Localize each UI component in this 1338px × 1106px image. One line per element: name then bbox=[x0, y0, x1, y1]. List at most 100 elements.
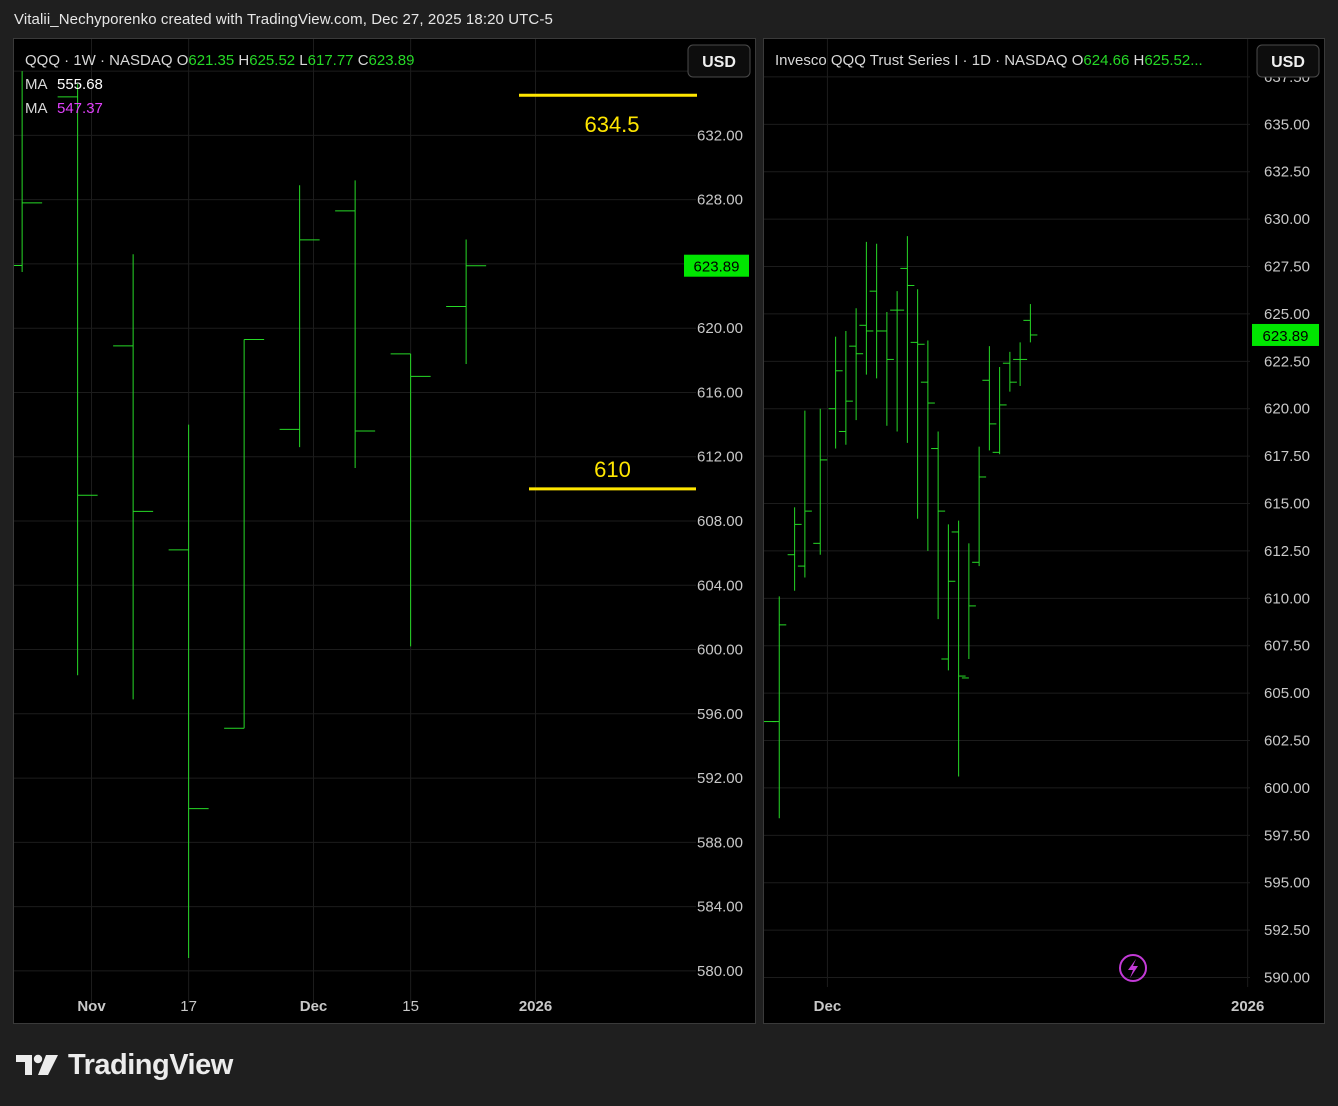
ohlc-bar[interactable] bbox=[869, 243, 884, 379]
ohlc-bar[interactable] bbox=[813, 408, 828, 555]
price-tick-label: 627.50 bbox=[1264, 259, 1310, 276]
price-tick-label: 617.50 bbox=[1264, 448, 1310, 465]
ohlc-bar[interactable] bbox=[992, 367, 1007, 455]
price-tick-label: 592.00 bbox=[697, 770, 743, 787]
ohlc-bar[interactable] bbox=[900, 236, 915, 443]
ohlc-bar[interactable] bbox=[335, 180, 376, 468]
tradingview-logo-icon bbox=[16, 1054, 58, 1075]
price-tick-label: 580.00 bbox=[697, 963, 743, 980]
legend-key: O bbox=[177, 52, 189, 69]
price-axis[interactable]: 636.00632.00628.00624.00620.00616.00612.… bbox=[697, 63, 743, 980]
ohlc-bar[interactable] bbox=[168, 424, 209, 959]
level-label: 634.5 bbox=[584, 112, 639, 137]
currency-button-label: USD bbox=[1271, 54, 1305, 71]
legend-value: 621.35 bbox=[188, 52, 238, 69]
legend-key: O bbox=[1072, 52, 1084, 69]
price-tick-label: 610.00 bbox=[1264, 590, 1310, 607]
price-tick-label: 602.50 bbox=[1264, 733, 1310, 750]
time-tick-label: Nov bbox=[77, 998, 106, 1015]
ohlc-bars bbox=[2, 71, 487, 959]
level-label: 610 bbox=[594, 457, 631, 482]
ohlc-bar[interactable] bbox=[920, 340, 935, 551]
weekly-chart-svg[interactable]: 634.5610636.00632.00628.00624.00620.0061… bbox=[2, 39, 755, 1023]
legend-value: 617.77 bbox=[308, 52, 358, 69]
legend-key: L bbox=[299, 52, 307, 69]
legend-value: 623.89 bbox=[369, 52, 415, 69]
ohlc-bar[interactable] bbox=[838, 330, 853, 445]
last-price-label: 623.89 bbox=[1263, 328, 1309, 345]
price-tick-label: 596.00 bbox=[697, 706, 743, 723]
grid bbox=[764, 39, 1250, 987]
ohlc-bar[interactable] bbox=[113, 254, 154, 700]
price-tick-label: 625.00 bbox=[1264, 306, 1310, 323]
ohlc-bar[interactable] bbox=[390, 353, 431, 647]
ohlc-bar[interactable] bbox=[910, 289, 925, 519]
legend-ohlc: QQQ · 1W · NASDAQ O621.35 H625.52 L617.7… bbox=[25, 52, 414, 69]
ohlc-bar[interactable] bbox=[446, 239, 487, 365]
ma-value: 555.68 bbox=[57, 76, 103, 93]
price-tick-label: 615.00 bbox=[1264, 496, 1310, 513]
price-tick-label: 632.50 bbox=[1264, 164, 1310, 181]
ohlc-bar[interactable] bbox=[941, 524, 956, 671]
ohlc-bar[interactable] bbox=[961, 543, 976, 679]
ohlc-bar[interactable] bbox=[951, 520, 966, 777]
currency-button-label: USD bbox=[702, 54, 736, 71]
tradingview-brand: TradingView bbox=[68, 1048, 233, 1081]
ohlc-bar[interactable] bbox=[859, 241, 874, 375]
price-tick-label: 597.50 bbox=[1264, 827, 1310, 844]
price-axis[interactable]: 637.50635.00632.50630.00627.50625.00622.… bbox=[1264, 69, 1310, 987]
ohlc-bar[interactable] bbox=[797, 410, 812, 578]
price-tick-label: 595.00 bbox=[1264, 875, 1310, 892]
time-tick-label: 15 bbox=[402, 998, 419, 1015]
price-tick-label: 607.50 bbox=[1264, 638, 1310, 655]
daily-chart-panel[interactable]: 637.50635.00632.50630.00627.50625.00622.… bbox=[762, 38, 1325, 1024]
price-tick-label: 608.00 bbox=[697, 513, 743, 530]
price-tick-label: 628.00 bbox=[697, 192, 743, 209]
ohlc-bar[interactable] bbox=[1002, 351, 1017, 392]
ohlc-bar[interactable] bbox=[931, 431, 946, 620]
ohlc-bar[interactable] bbox=[972, 446, 987, 567]
legend-title: Invesco QQQ Trust Series I · 1D · NASDAQ bbox=[775, 52, 1072, 69]
price-tick-label: 612.50 bbox=[1264, 543, 1310, 560]
legend-key: H bbox=[238, 52, 249, 69]
price-tick-label: 616.00 bbox=[697, 384, 743, 401]
price-tick-label: 590.00 bbox=[1264, 970, 1310, 987]
ma-label: MA bbox=[25, 76, 48, 93]
time-tick-label: 17 bbox=[180, 998, 197, 1015]
ma-label: MA bbox=[25, 100, 48, 117]
ohlc-bar[interactable] bbox=[1023, 304, 1038, 343]
price-tick-label: 605.00 bbox=[1264, 685, 1310, 702]
time-tick-label: 2026 bbox=[519, 998, 552, 1015]
footer: TradingView bbox=[16, 1045, 233, 1085]
legend-key: H bbox=[1133, 52, 1144, 69]
ohlc-bar[interactable] bbox=[1013, 342, 1028, 386]
lightning-icon-bolt bbox=[1128, 959, 1138, 978]
legend-value: 624.66 bbox=[1083, 52, 1133, 69]
price-tick-label: 635.00 bbox=[1264, 116, 1310, 133]
legend-value: 625.52... bbox=[1144, 52, 1202, 69]
price-tick-label: 588.00 bbox=[697, 834, 743, 851]
price-tick-label: 604.00 bbox=[697, 577, 743, 594]
price-tick-label: 584.00 bbox=[697, 899, 743, 916]
time-tick-label: 2026 bbox=[1231, 998, 1264, 1015]
ohlc-bar[interactable] bbox=[787, 507, 802, 591]
legend-ohlc: Invesco QQQ Trust Series I · 1D · NASDAQ… bbox=[775, 52, 1203, 69]
price-tick-label: 622.50 bbox=[1264, 353, 1310, 370]
time-tick-label: Dec bbox=[300, 998, 328, 1015]
weekly-chart-panel[interactable]: 634.5610636.00632.00628.00624.00620.0061… bbox=[2, 38, 756, 1024]
time-axis[interactable]: Nov 17 Dec 15 2026 bbox=[77, 998, 552, 1015]
price-tick-label: 620.00 bbox=[697, 320, 743, 337]
legend-value: 625.52 bbox=[249, 52, 299, 69]
ohlc-bar[interactable] bbox=[224, 338, 265, 729]
last-price-label: 623.89 bbox=[694, 259, 740, 276]
price-tick-label: 600.00 bbox=[1264, 780, 1310, 797]
ohlc-bar[interactable] bbox=[772, 596, 787, 819]
time-axis[interactable]: Dec 2026 bbox=[814, 998, 1265, 1015]
time-tick-label: Dec bbox=[814, 998, 842, 1015]
price-tick-label: 620.00 bbox=[1264, 401, 1310, 418]
daily-chart-svg[interactable]: 637.50635.00632.50630.00627.50625.00622.… bbox=[762, 39, 1324, 1023]
ma-value: 547.37 bbox=[57, 100, 103, 117]
legend-key: C bbox=[358, 52, 369, 69]
price-tick-label: 612.00 bbox=[697, 449, 743, 466]
legend-title: QQQ · 1W · NASDAQ bbox=[25, 52, 177, 69]
